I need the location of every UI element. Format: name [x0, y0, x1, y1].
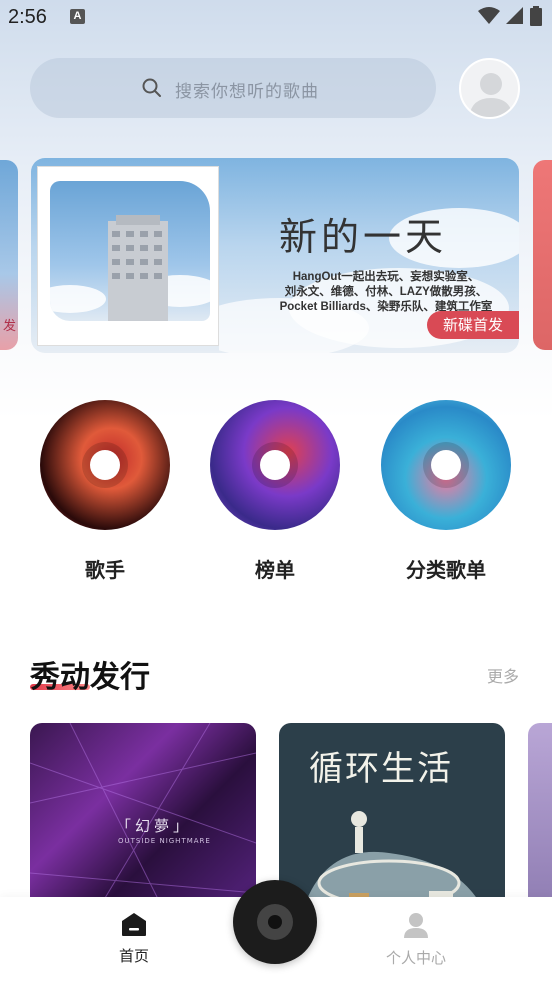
building-illustration — [50, 215, 210, 321]
now-playing-disc-button[interactable] — [233, 880, 317, 964]
signal-icon — [506, 7, 523, 24]
album-subtitle: OUTSIDE NIGHTMARE — [118, 837, 211, 845]
nav-home-label: 首页 — [118, 947, 149, 965]
banner-next-card[interactable] — [533, 160, 552, 350]
status-time: 2:56 — [8, 6, 47, 28]
banner-subtitle-line: HangOut一起出去玩、妄想实验室、 — [292, 271, 480, 283]
notification-icon: A — [70, 9, 85, 24]
charts-disc-icon — [210, 400, 340, 530]
playlist-disc-icon — [381, 400, 511, 530]
category-singer[interactable]: 歌手 — [40, 400, 170, 590]
user-avatar-icon — [469, 73, 513, 117]
status-bar: 2:56 A — [0, 0, 552, 36]
search-icon — [142, 78, 161, 97]
wifi-icon — [478, 7, 500, 24]
search-input[interactable]: 搜索你想听的歌曲 — [30, 58, 436, 118]
banner-card[interactable]: 新的一天 HangOut一起出去玩、妄想实验室、 刘永文、维德、付林、LAZY做… — [31, 158, 519, 353]
banner-cover-art — [50, 181, 210, 321]
nav-home[interactable]: 首页 — [103, 911, 165, 966]
banner-prev-text: 发 — [2, 319, 16, 334]
nav-profile-label: 个人中心 — [385, 949, 446, 967]
more-link[interactable]: 更多 — [487, 663, 519, 687]
category-label: 歌手 — [85, 558, 125, 582]
home-icon — [122, 913, 146, 936]
album-art-illustration — [299, 811, 489, 923]
album-card[interactable]: 「幻夢」 OUTSIDE NIGHTMARE — [30, 723, 256, 923]
disc-hub — [268, 915, 282, 929]
category-label: 榜单 — [255, 558, 295, 582]
search-placeholder: 搜索你想听的歌曲 — [175, 82, 319, 102]
nav-profile[interactable]: 个人中心 — [380, 911, 452, 968]
banner-subtitle-line: 刘永文、维德、付林、LAZY做散男孩、 — [284, 286, 488, 298]
profile-icon — [404, 913, 428, 938]
avatar[interactable] — [459, 58, 520, 119]
banner-prev-card[interactable]: 发 — [0, 160, 18, 350]
section-title: 秀动发行 — [30, 660, 150, 695]
banner-album-cover — [37, 166, 219, 346]
category-playlists[interactable]: 分类歌单 — [381, 400, 511, 590]
singer-disc-icon — [40, 400, 170, 530]
status-icons — [478, 6, 542, 26]
category-charts[interactable]: 榜单 — [210, 400, 340, 590]
category-label: 分类歌单 — [406, 558, 486, 582]
album-card[interactable]: 循环生活 — [279, 723, 505, 923]
banner-badge: 新碟首发 — [427, 311, 519, 339]
album-title: 「幻夢」 — [116, 817, 193, 835]
banner-title: 新的一天 — [279, 215, 448, 259]
album-card-next[interactable] — [528, 723, 552, 923]
battery-icon — [530, 6, 542, 26]
